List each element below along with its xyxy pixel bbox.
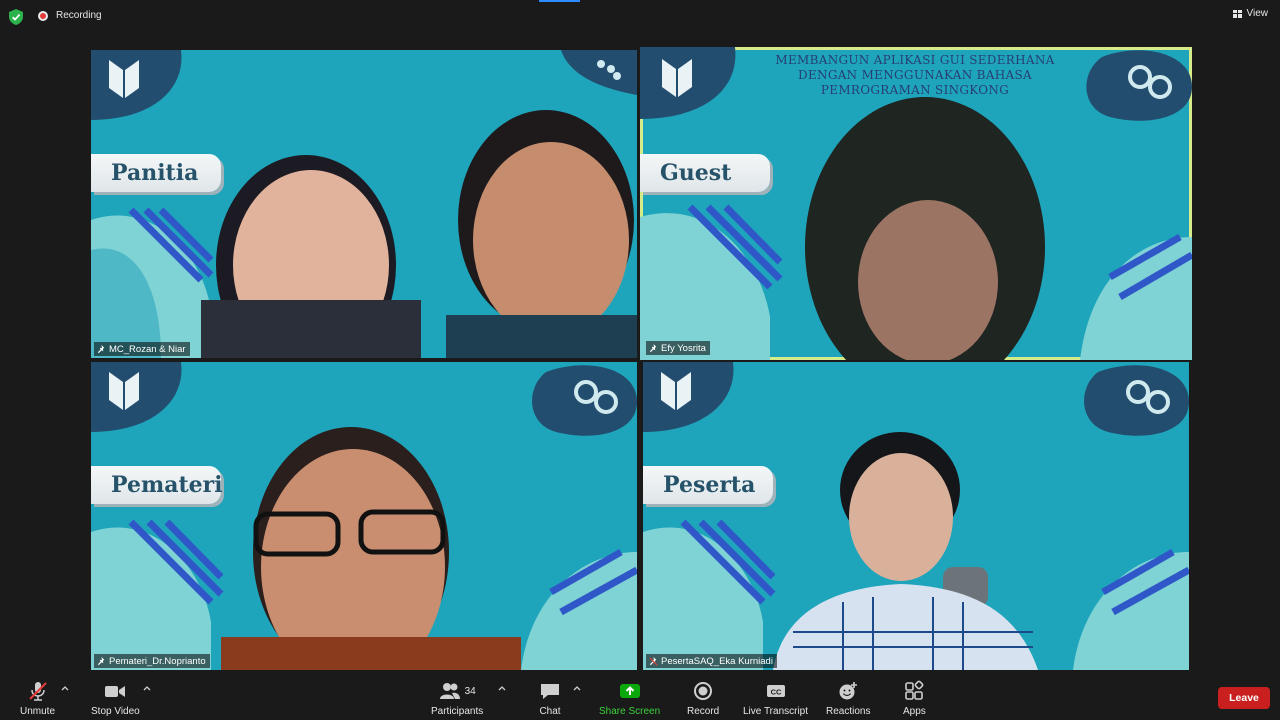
apps-icon bbox=[905, 680, 924, 700]
record-label: Record bbox=[687, 706, 720, 717]
record-button[interactable]: Record bbox=[687, 680, 719, 717]
slide-title-line: MEMBANGUN APLIKASI GUI SEDERHANA bbox=[775, 53, 1055, 67]
leave-button[interactable]: Leave bbox=[1218, 687, 1270, 709]
share-screen-icon bbox=[619, 684, 640, 698]
top-bar: Recording View bbox=[0, 0, 1280, 34]
participant-name: Pemateri_Dr.Noprianto bbox=[109, 655, 206, 667]
muted-microphone-icon bbox=[28, 682, 47, 701]
slide-title-line: DENGAN MENGGUNAKAN BAHASA bbox=[798, 68, 1032, 82]
participant-name-label: MC_Rozan & Niar bbox=[94, 342, 190, 356]
audio-options-caret-icon[interactable] bbox=[61, 684, 69, 692]
record-dot-icon bbox=[38, 10, 48, 21]
active-speaker-indicator bbox=[539, 0, 580, 2]
participants-icon bbox=[439, 683, 460, 699]
participant-name: Efy Yosrita bbox=[661, 342, 706, 354]
chat-button[interactable]: Chat bbox=[539, 680, 561, 717]
svg-text:CC: CC bbox=[770, 688, 781, 697]
background-art bbox=[91, 50, 637, 358]
pin-icon bbox=[97, 656, 105, 665]
video-options-caret-icon[interactable] bbox=[143, 684, 151, 692]
role-tag: Pemateri bbox=[91, 466, 223, 504]
view-button[interactable]: View bbox=[1232, 8, 1269, 19]
closed-caption-icon: CC bbox=[766, 685, 785, 697]
participant-name-label: Pemateri_Dr.Noprianto bbox=[94, 654, 210, 668]
apps-button[interactable]: Apps bbox=[903, 680, 926, 717]
recording-label: Recording bbox=[56, 10, 102, 21]
live-transcript-button[interactable]: CC Live Transcript bbox=[743, 680, 808, 717]
pin-icon bbox=[649, 343, 657, 352]
participants-count: 34 bbox=[464, 685, 476, 697]
unmute-button[interactable]: Unmute bbox=[20, 680, 55, 717]
video-tile-pemateri[interactable]: Pemateri Pemateri_Dr.Noprianto bbox=[91, 362, 637, 670]
participants-button[interactable]: 34 Participants bbox=[431, 680, 483, 717]
unmute-label: Unmute bbox=[20, 706, 56, 717]
role-tag: Guest bbox=[640, 154, 770, 192]
video-tile-guest[interactable]: MEMBANGUN APLIKASI GUI SEDERHANA DENGAN … bbox=[640, 47, 1192, 360]
share-screen-button[interactable]: Share Screen bbox=[599, 680, 660, 717]
video-tile-panitia[interactable]: Panitia MC_Rozan & Niar bbox=[91, 50, 637, 358]
slide-title-line: PEMROGRAMAN SINGKONG bbox=[820, 83, 1010, 97]
chat-options-caret-icon[interactable] bbox=[573, 684, 581, 692]
chat-bubble-icon bbox=[541, 684, 559, 699]
recording-indicator[interactable]: Recording bbox=[38, 10, 102, 21]
role-tag: Peserta bbox=[643, 466, 773, 504]
view-label: View bbox=[1246, 8, 1269, 19]
role-tag: Panitia bbox=[91, 154, 221, 192]
participant-name: PesertaSAQ_Eka Kurniadi bbox=[661, 655, 773, 667]
chat-label: Chat bbox=[539, 706, 561, 717]
reactions-button[interactable]: Reactions bbox=[826, 680, 870, 717]
participants-label: Participants bbox=[431, 706, 484, 717]
meeting-toolbar: Unmute Stop Video 34 Participants Chat S… bbox=[0, 670, 1280, 720]
participant-name-label: Efy Yosrita bbox=[646, 341, 710, 355]
participants-options-caret-icon[interactable] bbox=[498, 684, 506, 692]
stop-video-button[interactable]: Stop Video bbox=[91, 680, 140, 717]
live-transcript-label: Live Transcript bbox=[743, 706, 809, 717]
reactions-label: Reactions bbox=[826, 706, 871, 717]
pin-icon bbox=[97, 344, 105, 353]
background-art bbox=[91, 362, 637, 670]
share-screen-label: Share Screen bbox=[599, 706, 661, 717]
shield-check-icon[interactable] bbox=[9, 9, 23, 25]
video-camera-icon bbox=[105, 686, 126, 697]
slide-title-banner: MEMBANGUN APLIKASI GUI SEDERHANA DENGAN … bbox=[740, 53, 1090, 98]
grid-view-icon bbox=[1232, 9, 1242, 18]
video-tile-peserta[interactable]: Peserta PesertaSAQ_Eka Kurniadi bbox=[643, 362, 1189, 670]
smiley-add-icon bbox=[839, 682, 858, 700]
stop-video-label: Stop Video bbox=[91, 706, 140, 717]
record-icon bbox=[694, 682, 713, 700]
participant-name-label: PesertaSAQ_Eka Kurniadi bbox=[646, 654, 777, 668]
participant-name: MC_Rozan & Niar bbox=[109, 343, 186, 355]
background-art bbox=[643, 362, 1189, 670]
apps-label: Apps bbox=[903, 706, 926, 717]
muted-pin-icon bbox=[649, 656, 658, 666]
